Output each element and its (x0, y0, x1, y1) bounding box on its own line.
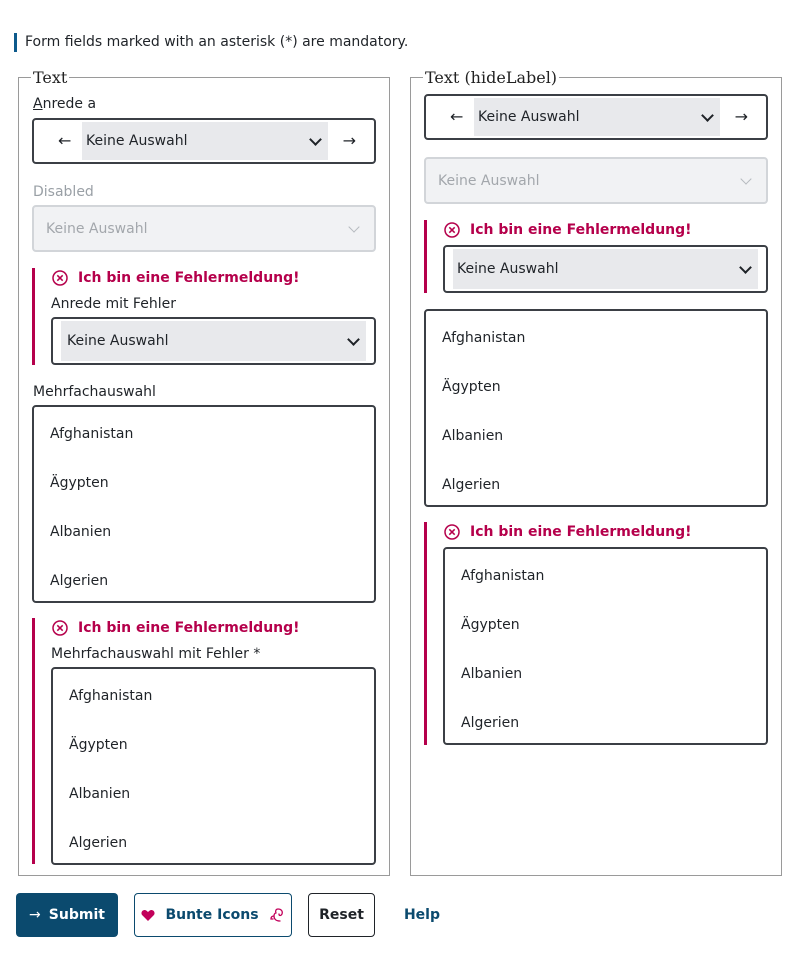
list-option[interactable]: Algerien (50, 573, 108, 589)
fieldset-legend: Text (hideLabel) (425, 68, 558, 87)
error-message: Ich bin eine Fehlermeldung! (444, 222, 692, 238)
list-option[interactable]: Albanien (69, 786, 130, 802)
error-multi-listbox-right[interactable]: Afghanistan Ägypten Albanien Algerien (443, 547, 768, 745)
salutation-select[interactable]: Keine Auswahl (82, 122, 328, 160)
error-message: Ich bin eine Fehlermeldung! (52, 620, 300, 636)
error-select[interactable]: Keine Auswahl (51, 317, 376, 365)
arrow-right-icon[interactable]: → (343, 133, 356, 149)
multi-listbox[interactable]: Afghanistan Ägypten Albanien Algerien (32, 405, 376, 603)
error-message: Ich bin eine Fehlermeldung! (444, 524, 692, 540)
chevron-down-icon (701, 109, 714, 122)
select-value: Keine Auswahl (478, 109, 580, 125)
list-option[interactable]: Afghanistan (461, 568, 544, 584)
select-value: Keine Auswahl (86, 133, 188, 149)
error-bar (424, 522, 427, 745)
error-select-right[interactable]: Keine Auswahl (443, 245, 768, 293)
select-value: Keine Auswahl (457, 261, 559, 277)
error-message: Ich bin eine Fehlermeldung! (52, 270, 300, 286)
list-option[interactable]: Algerien (69, 835, 127, 851)
help-link[interactable]: Help (396, 893, 448, 937)
list-option[interactable]: Albanien (50, 524, 111, 540)
list-option[interactable]: Algerien (442, 477, 500, 493)
salutation-label: Anrede a (33, 96, 97, 112)
disabled-select: Keine Auswahl (32, 205, 376, 252)
error-select-label: Anrede mit Fehler (51, 296, 176, 312)
multi-listbox-right[interactable]: Afghanistan Ägypten Albanien Algerien (424, 309, 768, 507)
list-option[interactable]: Afghanistan (50, 426, 133, 442)
chevron-down-icon (309, 133, 322, 146)
select-value: Keine Auswahl (67, 333, 169, 349)
arrow-left-icon[interactable]: ← (58, 133, 71, 149)
heart-icon (141, 909, 155, 921)
select-value: Keine Auswahl (46, 220, 148, 237)
list-option[interactable]: Ägypten (50, 475, 109, 491)
list-option[interactable]: Ägypten (461, 617, 520, 633)
chevron-down-icon (739, 261, 752, 274)
error-bar (32, 268, 35, 365)
list-option[interactable]: Albanien (442, 428, 503, 444)
mandatory-notice: Form fields marked with an asterisk (*) … (14, 33, 408, 52)
error-circle-icon (52, 620, 68, 636)
error-bar (32, 618, 35, 864)
disabled-select-right: Keine Auswahl (424, 157, 768, 204)
arrow-right-icon: → (29, 907, 41, 923)
chevron-down-icon (347, 333, 360, 346)
salutation-select-group: ← Keine Auswahl → (32, 118, 376, 164)
error-bar (424, 220, 427, 293)
arrow-right-icon[interactable]: → (735, 109, 748, 125)
squirrel-icon (269, 908, 283, 922)
error-circle-icon (52, 270, 68, 286)
error-circle-icon (444, 524, 460, 540)
list-option[interactable]: Afghanistan (69, 688, 152, 704)
reset-button[interactable]: Reset (308, 893, 375, 937)
error-multi-listbox[interactable]: Afghanistan Ägypten Albanien Algerien (51, 667, 376, 865)
error-circle-icon (444, 222, 460, 238)
list-option[interactable]: Albanien (461, 666, 522, 682)
select-value: Keine Auswahl (438, 172, 540, 189)
arrow-left-icon[interactable]: ← (450, 109, 463, 125)
submit-button[interactable]: → Submit (16, 893, 118, 937)
fieldset-legend: Text (33, 68, 68, 87)
chevron-down-icon (740, 172, 752, 185)
salutation-select-right[interactable]: Keine Auswahl (474, 98, 720, 136)
multi-label: Mehrfachauswahl (33, 384, 156, 400)
chevron-down-icon (348, 220, 360, 233)
bunte-icons-button[interactable]: Bunte Icons (134, 893, 292, 937)
error-multi-label: Mehrfachauswahl mit Fehler * (51, 646, 261, 662)
salutation-select-group-right: ← Keine Auswahl → (424, 94, 768, 140)
list-option[interactable]: Algerien (461, 715, 519, 731)
list-option[interactable]: Ägypten (69, 737, 128, 753)
disabled-label: Disabled (33, 184, 94, 200)
list-option[interactable]: Afghanistan (442, 330, 525, 346)
list-option[interactable]: Ägypten (442, 379, 501, 395)
